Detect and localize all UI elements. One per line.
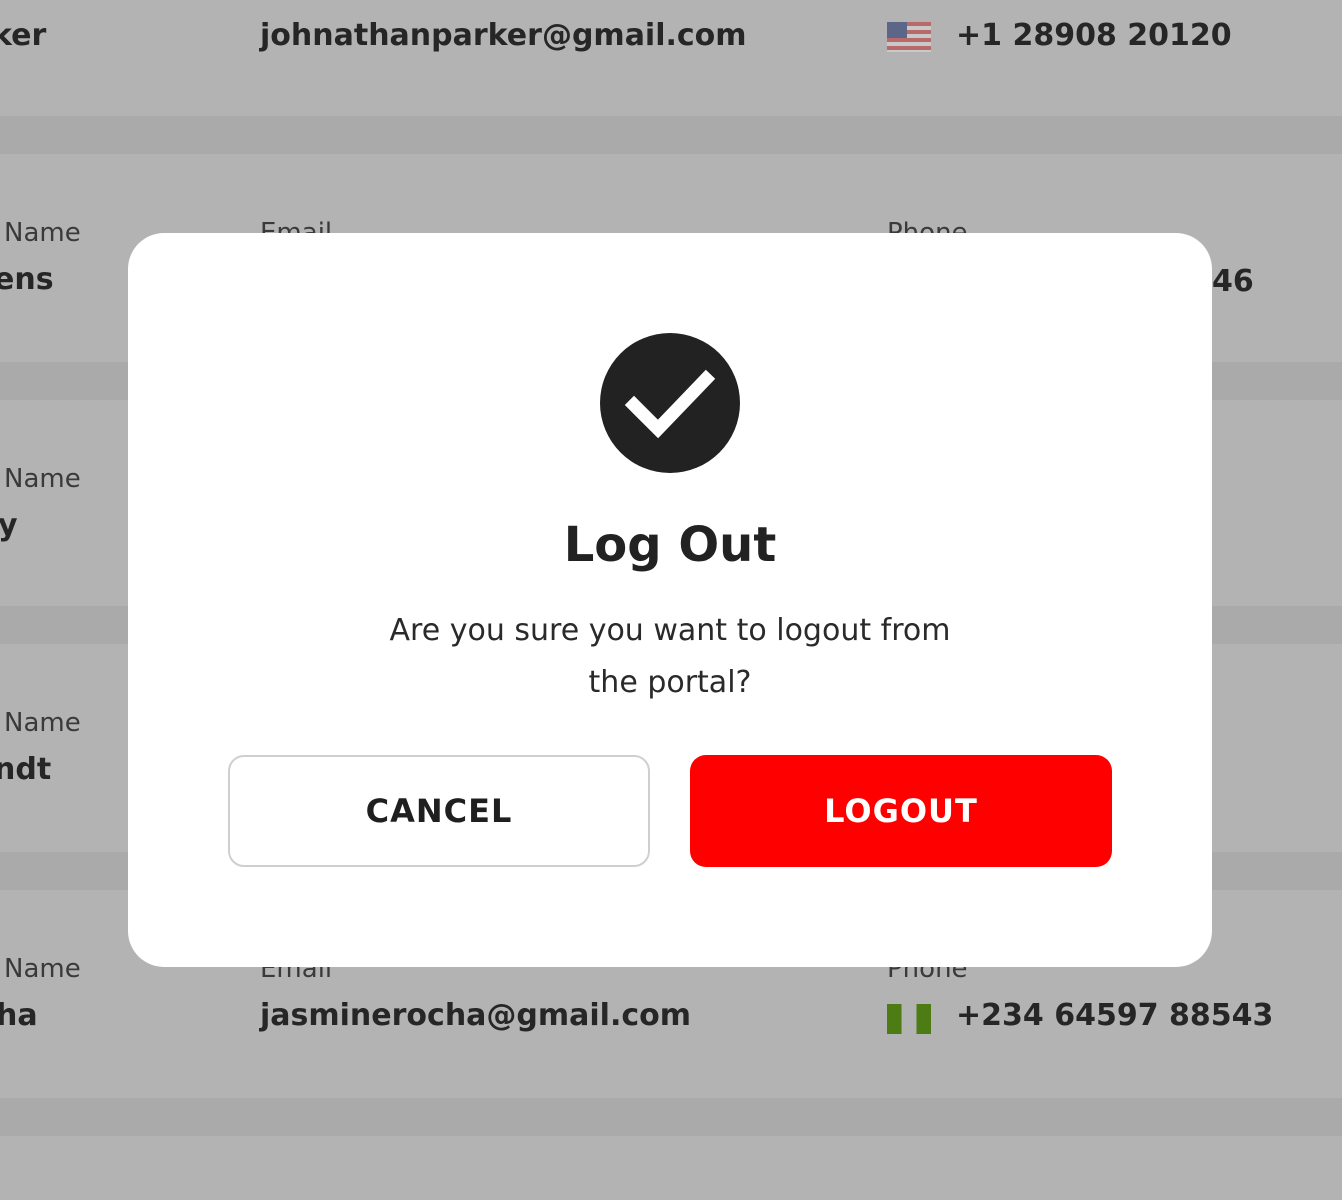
dialog-message: Are you sure you want to logout from the… <box>389 613 951 700</box>
row-divider <box>0 1098 1342 1136</box>
name-label: Name <box>4 464 81 494</box>
contact-phone: 46 <box>1212 264 1254 299</box>
contact-phone: +234 64597 88543 <box>956 998 1274 1033</box>
logout-dialog: Log Out Are you sure you want to logout … <box>128 233 1212 967</box>
logout-button[interactable]: LOGOUT <box>690 755 1112 867</box>
contact-name: y <box>0 508 18 543</box>
check-circle-icon <box>600 333 740 473</box>
name-label: Name <box>4 954 81 984</box>
dialog-title: Log Out <box>563 517 777 573</box>
list-item <box>0 1136 1342 1200</box>
us-flag-icon <box>887 22 931 52</box>
contact-phone: +1 28908 20120 <box>956 18 1232 53</box>
contact-name: ndt <box>0 752 52 787</box>
ng-flag-icon <box>887 1004 931 1034</box>
cancel-button[interactable]: CANCEL <box>228 755 650 867</box>
list-item: ker johnathanparker@gmail.com +1 28908 2… <box>0 0 1342 116</box>
name-label: Name <box>4 708 81 738</box>
contact-name: ker <box>0 18 47 53</box>
contact-email: jasminerocha@gmail.com <box>260 998 692 1033</box>
contact-name: ens <box>0 262 54 297</box>
contact-name: ha <box>0 998 38 1033</box>
contact-email: johnathanparker@gmail.com <box>260 18 747 53</box>
row-divider <box>0 116 1342 154</box>
name-label: Name <box>4 218 81 248</box>
